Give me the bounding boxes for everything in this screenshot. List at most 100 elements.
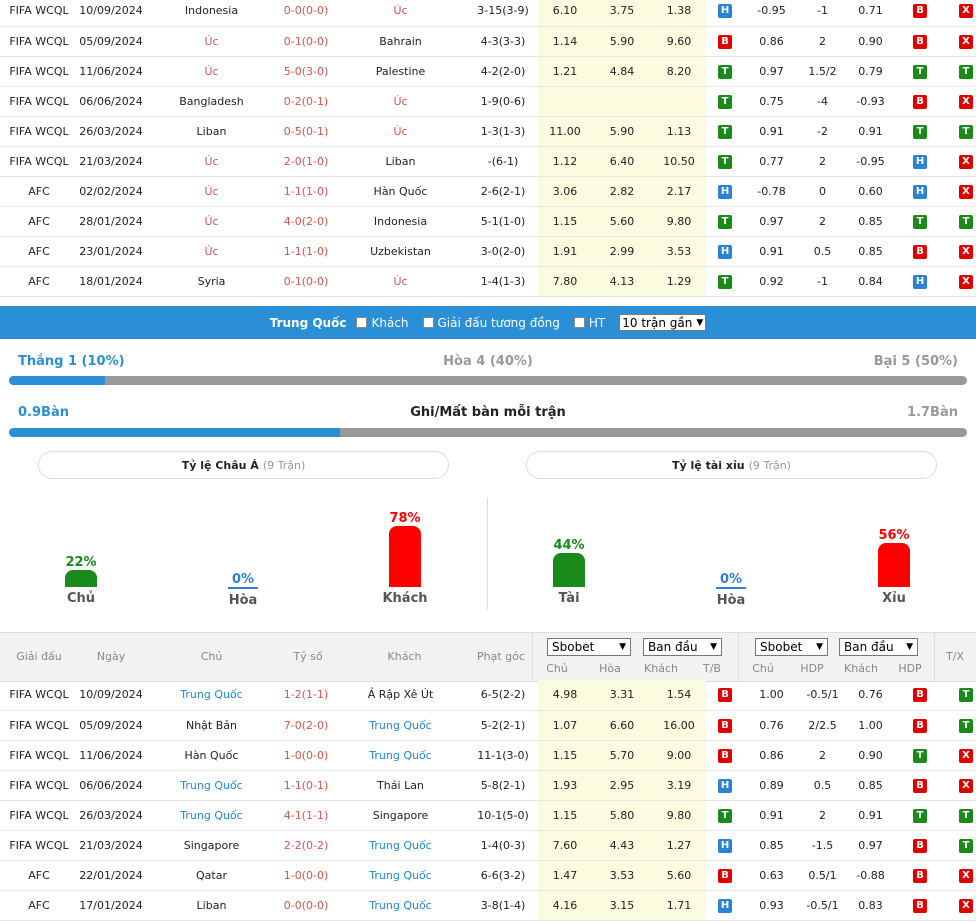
col-tx: T/X (946, 650, 964, 663)
home-team: Indonesia (144, 0, 279, 27)
recent-matches-select[interactable]: 10 trận gần ▼ (619, 314, 707, 331)
league: FIFA WCQL (0, 830, 78, 861)
odds-type-select-hdp[interactable]: Ban đầu ▼ (839, 638, 918, 656)
bookmaker-select-1x2[interactable]: Sbobet ▼ (547, 638, 631, 656)
hdp-away: 0.91 (846, 116, 895, 147)
bookmaker-1x2-value: Sbobet (552, 640, 595, 654)
match-row[interactable]: FIFA WCQL 10/09/2024 Indonesia 0-0(0-0) Úc 3-… (0, 0, 976, 27)
home-team: Trung Quốc (144, 680, 279, 711)
match-row[interactable]: AFC 17/01/2024 Liban 0-0(0-0) Trung Quốc 3-8(… (0, 890, 976, 921)
odds-away: 1.27 (652, 830, 706, 861)
match-row[interactable]: AFC 22/01/2024 Qatar 1-0(0-0) Trung Quốc 6-6(… (0, 860, 976, 891)
league: AFC (0, 176, 78, 207)
hdp-away: -0.88 (846, 860, 895, 891)
home-team: Úc (144, 206, 279, 237)
corners: 2-6(2-1) (468, 176, 538, 207)
match-row[interactable]: FIFA WCQL 06/06/2024 Trung Quốc 1-1(0-1) Thá… (0, 770, 976, 801)
match-date: 11/06/2024 (78, 56, 144, 87)
hdp-away: 1.00 (846, 710, 895, 741)
match-row[interactable]: AFC 18/01/2024 Syria 0-1(0-0) Úc 1-4(1-3) 7.80… (0, 266, 976, 297)
odds-home: 1.91 (538, 236, 592, 267)
odds-home: 1.47 (538, 860, 592, 891)
match-row[interactable]: AFC 28/01/2024 Úc 4-0(2-0) Indonesia 5-1(1-0)… (0, 206, 976, 237)
corners: 10-1(5-0) (468, 800, 538, 831)
filter-ht-option[interactable]: HT (573, 316, 605, 330)
odds-type-select-1x2[interactable]: Ban đầu ▼ (643, 638, 722, 656)
league: FIFA WCQL (0, 116, 78, 147)
league: AFC (0, 890, 78, 921)
chevron-down-icon: ▼ (710, 642, 717, 652)
match-row[interactable]: FIFA WCQL 21/03/2024 Úc 2-0(1-0) Liban -(6-1)… (0, 146, 976, 177)
same-league-checkbox[interactable] (422, 317, 434, 328)
bookmaker-select-hdp[interactable]: Sbobet ▼ (755, 638, 828, 656)
odds-draw: 2.99 (592, 236, 652, 267)
match-date: 18/01/2024 (78, 266, 144, 297)
odds-away: 8.20 (652, 56, 706, 87)
result-1x2-badge: T (718, 154, 732, 169)
match-score: 1-1(1-0) (279, 176, 333, 207)
result-1x2-badge: H (718, 778, 732, 793)
odds-draw: 5.80 (592, 800, 652, 831)
result-1x2-cell: T (706, 146, 744, 177)
match-score: 0-1(0-0) (279, 266, 333, 297)
over-under-tab[interactable]: Tỷ lệ tài xỉu (9 Trận) (526, 451, 937, 479)
match-row[interactable]: FIFA WCQL 05/09/2024 Úc 0-1(0-0) Bahrain 4-3(… (0, 26, 976, 57)
hdp-away: 0.90 (846, 26, 895, 57)
hdp-line: -1.5 (799, 830, 846, 861)
match-row[interactable]: FIFA WCQL 26/03/2024 Trung Quốc 4-1(1-1) Sin… (0, 800, 976, 831)
hdp-home: 1.00 (744, 680, 799, 711)
col-away: Khách (387, 650, 422, 663)
result-ou-badge: T (959, 64, 973, 79)
result-ou-cell: T (945, 830, 976, 861)
filter-same-league-option[interactable]: Giải đấu tương đồng (422, 316, 560, 330)
result-ou-cell: X (945, 86, 976, 117)
league: AFC (0, 236, 78, 267)
hdp-home: 0.89 (744, 770, 799, 801)
result-hdp-badge: B (913, 778, 927, 793)
odds-draw: 2.82 (592, 176, 652, 207)
away-checkbox[interactable] (356, 317, 368, 328)
chevron-down-icon: ▼ (906, 642, 913, 652)
match-row[interactable]: FIFA WCQL 21/03/2024 Singapore 2-2(0-2) Trun… (0, 830, 976, 861)
asian-handicap-tab[interactable]: Tỷ lệ Châu Á (9 Trận) (38, 451, 449, 479)
match-row[interactable]: FIFA WCQL 11/06/2024 Úc 5-0(3-0) Palestine 4-… (0, 56, 976, 87)
away-team: Indonesia (333, 206, 468, 237)
hdp-home: 0.91 (744, 116, 799, 147)
match-row[interactable]: AFC 23/01/2024 Úc 1-1(1-0) Uzbekistan 3-0(2-0… (0, 236, 976, 267)
match-row[interactable]: FIFA WCQL 05/09/2024 Nhật Bản 7-0(2-0) Trung… (0, 710, 976, 741)
match-row[interactable]: FIFA WCQL 10/09/2024 Trung Quốc 1-2(1-1) Ả R… (0, 680, 976, 711)
result-hdp-badge: H (913, 184, 927, 199)
col-corners: Phạt góc (477, 650, 525, 663)
corners: 1-4(0-3) (468, 830, 538, 861)
ht-checkbox[interactable] (573, 317, 585, 328)
hdp-line: 2 (799, 26, 846, 57)
odds-away: 3.19 (652, 770, 706, 801)
sub-col-home: Chủ (546, 662, 568, 675)
odds-draw: 4.13 (592, 266, 652, 297)
hdp-away: 0.85 (846, 770, 895, 801)
odds-away: 3.53 (652, 236, 706, 267)
league: FIFA WCQL (0, 56, 78, 87)
goals-against: 1.7Bàn (907, 405, 958, 420)
result-1x2-cell: B (706, 26, 744, 57)
match-row[interactable]: FIFA WCQL 06/06/2024 Bangladesh 0-2(0-1) Úc 1… (0, 86, 976, 117)
match-row[interactable]: FIFA WCQL 11/06/2024 Hàn Quốc 1-0(0-0) Trung… (0, 740, 976, 771)
league: FIFA WCQL (0, 710, 78, 741)
result-1x2-cell: H (706, 0, 744, 27)
result-1x2-cell: T (706, 800, 744, 831)
ou-stat-0: 44% Tài (529, 538, 609, 606)
asian-percent: 0% (228, 572, 258, 589)
asian-label: Hòa (228, 593, 258, 608)
away-team: Trung Quốc (333, 710, 468, 741)
result-hdp-badge: B (913, 898, 927, 913)
result-1x2-badge: H (718, 244, 732, 259)
chevron-down-icon: ▼ (696, 317, 704, 328)
match-date: 28/01/2024 (78, 206, 144, 237)
odds-draw: 3.31 (592, 680, 652, 711)
match-row[interactable]: FIFA WCQL 26/03/2024 Liban 0-5(0-1) Úc 1-3(1-… (0, 116, 976, 147)
ou-bar (553, 553, 585, 587)
home-team: Trung Quốc (144, 800, 279, 831)
chevron-down-icon: ▼ (619, 642, 626, 652)
match-row[interactable]: AFC 02/02/2024 Úc 1-1(1-0) Hàn Quốc 2-6(2-1) 3… (0, 176, 976, 207)
filter-away-option[interactable]: Khách (356, 316, 409, 330)
